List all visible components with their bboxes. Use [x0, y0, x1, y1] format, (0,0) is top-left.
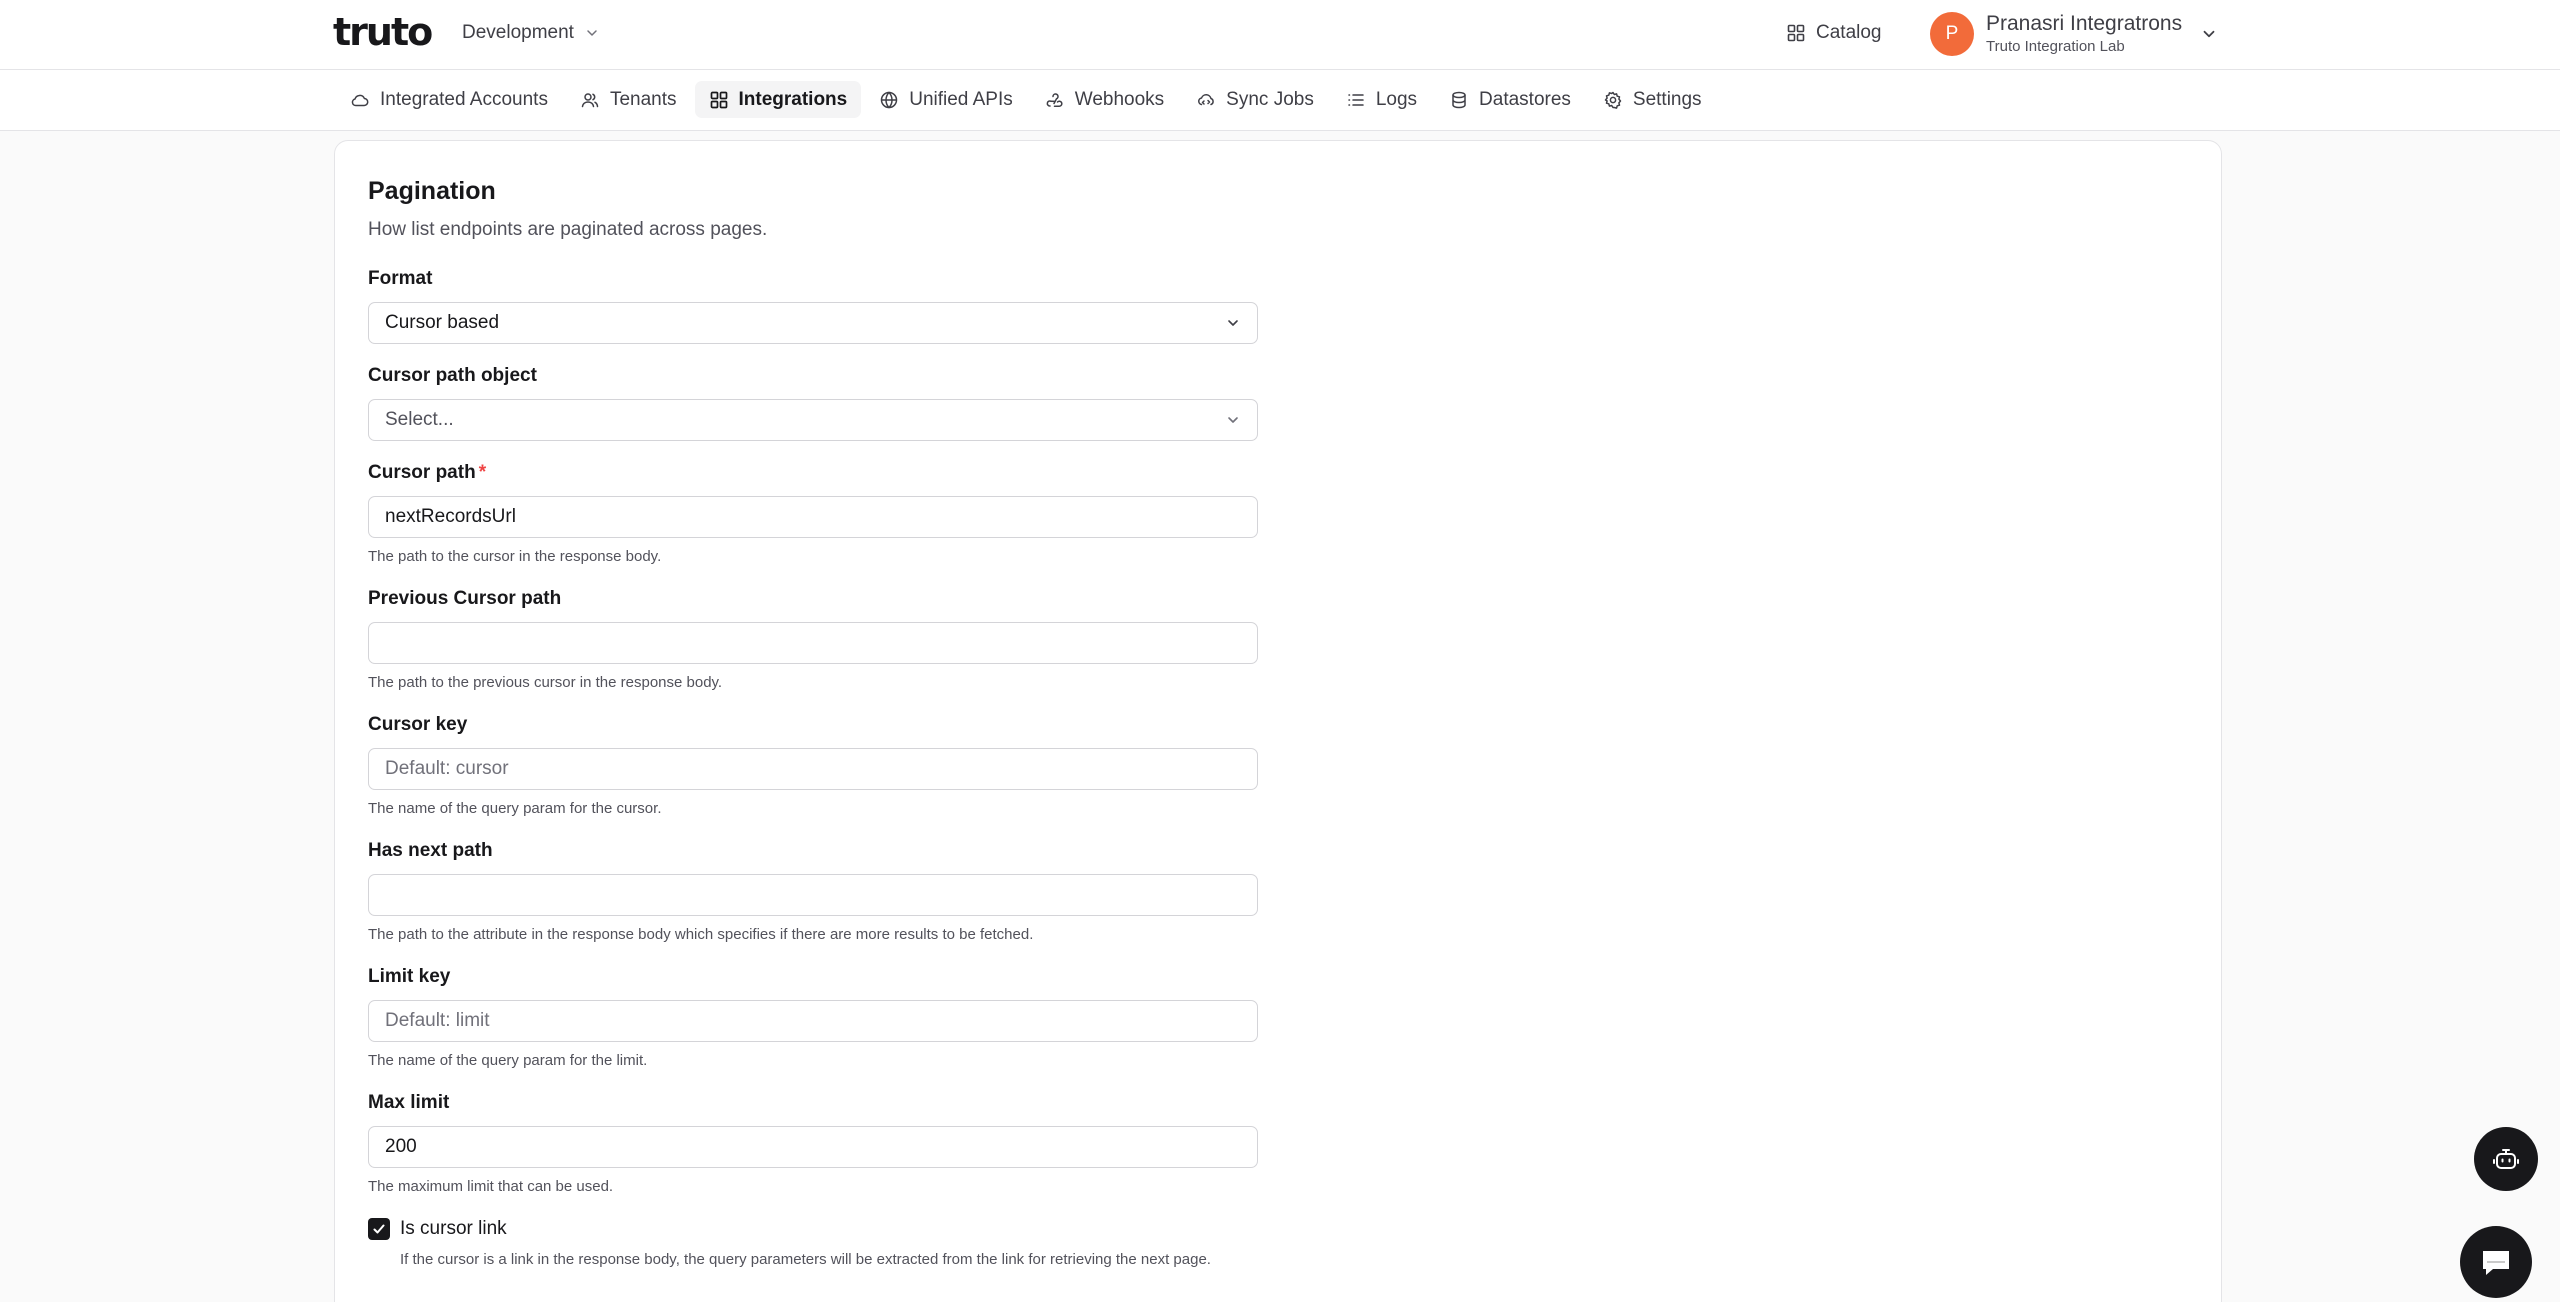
- environment-select[interactable]: Development: [462, 18, 600, 48]
- format-select[interactable]: Cursor based: [368, 302, 1258, 344]
- cursor-key-input-wrap: [368, 748, 1258, 790]
- limit-key-help: The name of the query param for the limi…: [368, 1052, 648, 1069]
- avatar: P: [1930, 12, 1974, 56]
- is-cursor-link-row: Is cursor link: [368, 1218, 507, 1240]
- user-name: Pranasri Integratrons: [1986, 12, 2183, 36]
- gear-icon: [1604, 91, 1622, 109]
- chevron-down-icon: [1228, 320, 1238, 326]
- users-icon: [581, 92, 599, 107]
- is-cursor-link-help: If the cursor is a link in the response …: [400, 1251, 1211, 1268]
- format-value: Cursor based: [385, 312, 500, 333]
- cursor-path-input[interactable]: [385, 497, 1241, 537]
- is-cursor-link-checkbox[interactable]: [368, 1218, 390, 1240]
- cursor-path-object-placeholder: Select...: [385, 409, 454, 430]
- limit-key-input-wrap: [368, 1000, 1258, 1042]
- section-description: How list endpoints are paginated across …: [368, 219, 768, 240]
- has-next-path-label: Has next path: [368, 840, 493, 861]
- has-next-path-input-wrap: [368, 874, 1258, 916]
- check-icon: [373, 1224, 385, 1234]
- has-next-path-input[interactable]: [385, 875, 1241, 915]
- cloud-sync-icon: [1198, 93, 1214, 105]
- cursor-path-object-select[interactable]: Select...: [368, 399, 1258, 441]
- cursor-path-input-wrap: [368, 496, 1258, 538]
- list-icon: [1348, 93, 1364, 106]
- truto-logo[interactable]: truto: [333, 10, 433, 54]
- grid-icon: [1787, 24, 1805, 42]
- tab-settings[interactable]: Settings: [1589, 81, 1716, 118]
- cursor-path-object-label: Cursor path object: [368, 365, 537, 386]
- max-limit-input[interactable]: [385, 1127, 1241, 1167]
- chevron-down-icon: [1228, 417, 1238, 423]
- user-org: Truto Integration Lab: [1986, 38, 2125, 56]
- tab-unified-apis[interactable]: Unified APIs: [865, 81, 1027, 118]
- previous-cursor-path-input-wrap: [368, 622, 1258, 664]
- tab-integrations[interactable]: Integrations: [694, 81, 862, 118]
- chevron-down-icon: [2203, 30, 2215, 38]
- cursor-path-label: Cursor path *: [368, 462, 487, 483]
- has-next-path-field: Has next path The path to the attribute …: [368, 840, 1258, 943]
- tab-webhooks[interactable]: Webhooks: [1031, 81, 1178, 118]
- cursor-key-field: Cursor key The name of the query param f…: [368, 714, 1258, 817]
- limit-key-field: Limit key The name of the query param fo…: [368, 966, 1258, 1069]
- chevron-down-icon: [587, 30, 597, 36]
- tab-logs[interactable]: Logs: [1332, 81, 1431, 118]
- cursor-path-object-field: Cursor path object Select...: [368, 365, 1258, 441]
- catalog-button[interactable]: Catalog: [1786, 18, 1882, 48]
- cursor-key-help: The name of the query param for the curs…: [368, 800, 662, 817]
- max-limit-label: Max limit: [368, 1092, 450, 1113]
- tab-tenants[interactable]: Tenants: [566, 81, 691, 118]
- webhook-icon: [1046, 92, 1063, 107]
- cloud-icon: [351, 94, 369, 106]
- top-header: truto Development Catalog P Pranasri Int…: [0, 0, 2560, 70]
- logo-text: truto: [333, 10, 433, 54]
- catalog-label: Catalog: [1816, 22, 1882, 43]
- pagination-card: Pagination How list endpoints are pagina…: [334, 140, 2222, 1302]
- max-limit-help: The maximum limit that can be used.: [368, 1178, 614, 1195]
- chat-icon: [2483, 1251, 2509, 1275]
- chat-button[interactable]: [2460, 1226, 2532, 1298]
- ai-assistant-button[interactable]: [2474, 1127, 2538, 1191]
- is-cursor-link-label[interactable]: Is cursor link: [400, 1218, 507, 1240]
- cursor-path-help: The path to the cursor in the response b…: [368, 548, 662, 565]
- grid-icon: [710, 91, 727, 108]
- database-icon: [1452, 91, 1466, 108]
- max-limit-field: Max limit The maximum limit that can be …: [368, 1092, 1258, 1195]
- previous-cursor-path-label: Previous Cursor path: [368, 588, 562, 609]
- format-field: Format Cursor based: [368, 268, 1258, 344]
- previous-cursor-path-input[interactable]: [385, 623, 1241, 663]
- section-title: Pagination: [368, 177, 496, 205]
- bot-icon: [2493, 1149, 2519, 1169]
- max-limit-input-wrap: [368, 1126, 1258, 1168]
- limit-key-label: Limit key: [368, 966, 451, 987]
- user-menu[interactable]: P Pranasri Integratrons Truto Integratio…: [1930, 10, 2218, 58]
- environment-label: Development: [462, 22, 574, 43]
- has-next-path-help: The path to the attribute in the respons…: [368, 926, 1034, 943]
- cursor-path-field: Cursor path* The path to the cursor in t…: [368, 462, 1258, 565]
- cursor-key-label: Cursor key: [368, 714, 468, 735]
- tab-sync-jobs[interactable]: Sync Jobs: [1182, 81, 1328, 118]
- cursor-key-input[interactable]: [385, 749, 1241, 789]
- previous-cursor-path-field: Previous Cursor path The path to the pre…: [368, 588, 1258, 691]
- tab-integrated-accounts[interactable]: Integrated Accounts: [336, 81, 562, 118]
- globe-icon: [880, 90, 898, 109]
- main-nav: Integrated Accounts Tenants Integrations…: [0, 70, 2560, 131]
- format-label: Format: [368, 268, 433, 289]
- required-mark: *: [478, 462, 487, 483]
- tab-datastores[interactable]: Datastores: [1435, 81, 1585, 118]
- previous-cursor-path-help: The path to the previous cursor in the r…: [368, 674, 723, 691]
- limit-key-input[interactable]: [385, 1001, 1241, 1041]
